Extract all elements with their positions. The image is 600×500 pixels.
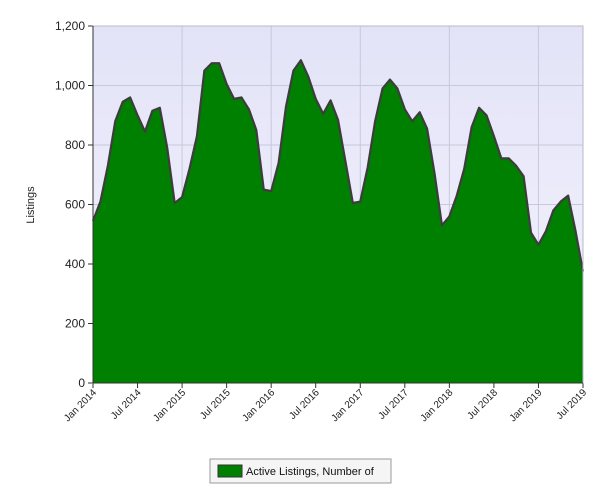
y-tick-label: 200 [65, 317, 85, 331]
legend-swatch [217, 464, 243, 478]
y-tick-label: 0 [78, 376, 85, 390]
y-tick-label: 1,200 [55, 19, 85, 33]
x-tick-labels: Jan 2014 Jul 2014 Jan 2015 Jul 2015 Jan 2016… [62, 387, 589, 424]
x-tick-label: Jul 2015 [198, 387, 233, 422]
x-tick-label: Jul 2016 [287, 387, 322, 422]
chart: 0 200 400 600 800 1,000 1,200 Jan 2014 Jul 2014… [0, 0, 600, 500]
x-tick-label: Jan 2018 [419, 387, 456, 424]
y-tick-label: 600 [65, 198, 85, 212]
x-tick-label: Jan 2016 [240, 387, 277, 424]
x-tick-label: Jul 2014 [109, 387, 144, 422]
x-tick-label: Jan 2014 [62, 387, 99, 424]
y-axis-label: Listings [25, 186, 37, 224]
y-tick-label: 800 [65, 138, 85, 152]
legend: Active Listings, Number of [209, 458, 392, 484]
x-tick-label: Jul 2018 [466, 387, 501, 422]
x-tick-label: Jul 2019 [555, 387, 590, 422]
y-tick-label: 400 [65, 257, 85, 271]
legend-label: Active Listings, Number of [246, 466, 375, 478]
y-tick-label: 1,000 [55, 79, 85, 93]
x-tick-label: Jan 2017 [330, 387, 367, 424]
area-chart-svg: 0 200 400 600 800 1,000 1,200 Jan 2014 Jul 2014… [25, 19, 589, 484]
x-tick-label: Jul 2017 [376, 387, 411, 422]
x-tick-label: Jan 2015 [151, 387, 188, 424]
y-tick-labels: 0 200 400 600 800 1,000 1,200 [55, 19, 85, 390]
x-tick-label: Jan 2019 [508, 387, 545, 424]
